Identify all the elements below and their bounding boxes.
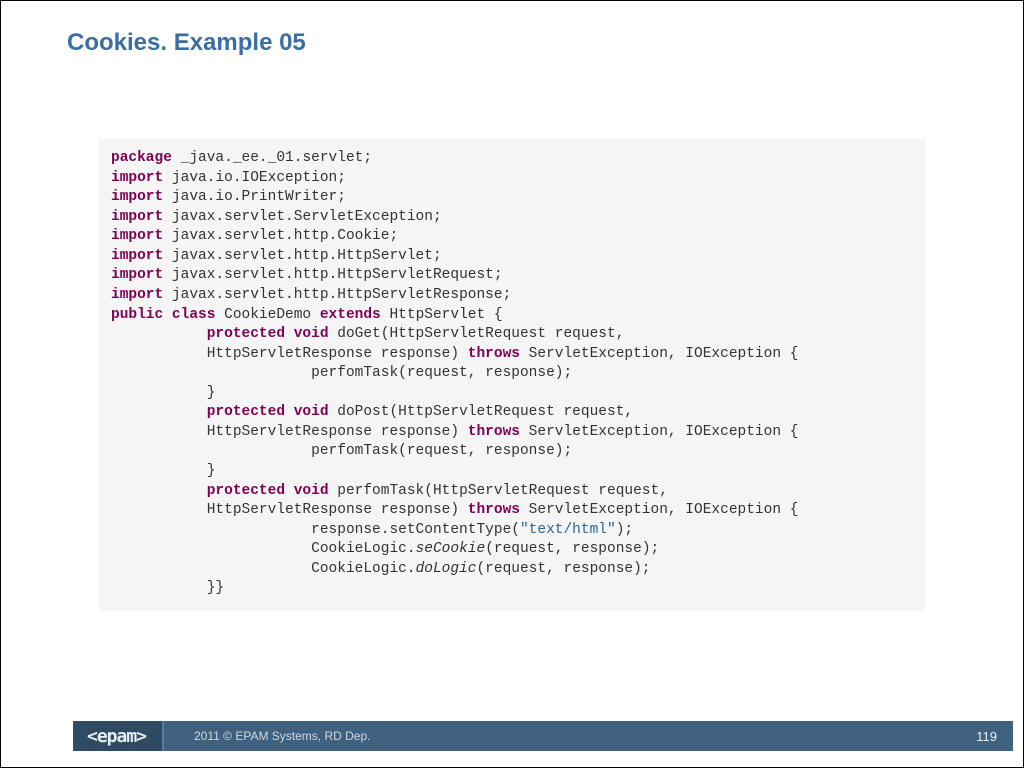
footer-bar: <epam> 2011 © EPAM Systems, RD Dep. 119 xyxy=(73,721,1013,751)
slide: Cookies. Example 05 package _java._ee._0… xyxy=(0,0,1024,768)
page-number: 119 xyxy=(976,729,1013,744)
footer-text: 2011 © EPAM Systems, RD Dep. xyxy=(164,729,976,743)
slide-title: Cookies. Example 05 xyxy=(67,29,306,57)
logo: <epam> xyxy=(73,721,164,751)
code-block: package _java._ee._01.servlet; import ja… xyxy=(99,139,925,611)
